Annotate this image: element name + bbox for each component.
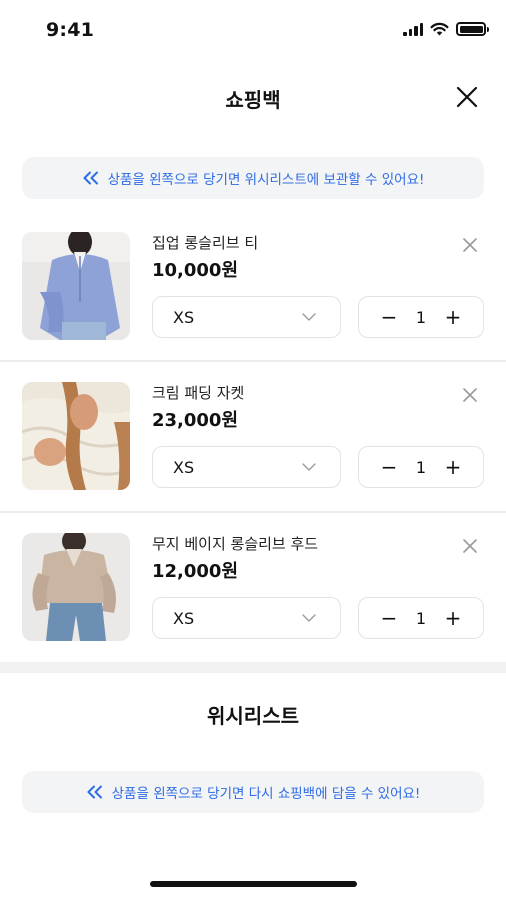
chevron-down-icon bbox=[302, 463, 316, 471]
decrease-button[interactable]: − bbox=[379, 307, 399, 327]
remove-item-icon[interactable] bbox=[461, 236, 479, 254]
double-chevron-left-icon bbox=[87, 785, 102, 799]
size-select[interactable]: XS bbox=[152, 597, 341, 639]
product-image[interactable] bbox=[22, 232, 130, 340]
product-name: 크림 패딩 자켓 bbox=[152, 384, 245, 402]
quantity-value: 1 bbox=[415, 608, 427, 628]
product-price: 10,000원 bbox=[152, 260, 239, 281]
divider bbox=[0, 360, 506, 362]
battery-icon bbox=[456, 22, 489, 36]
increase-button[interactable]: + bbox=[443, 608, 463, 628]
wishlist-hint-text: 상품을 왼쪽으로 당기면 다시 쇼핑백에 담을 수 있어요! bbox=[111, 786, 421, 802]
product-name: 무지 베이지 롱슬리브 후드 bbox=[152, 535, 319, 553]
status-bar: 9:41 bbox=[0, 0, 506, 60]
header: 쇼핑백 bbox=[0, 74, 506, 120]
product-price: 23,000원 bbox=[152, 410, 239, 431]
status-icons bbox=[403, 22, 489, 36]
size-select[interactable]: XS bbox=[152, 446, 341, 488]
size-value: XS bbox=[173, 457, 195, 477]
quantity-value: 1 bbox=[415, 457, 427, 477]
increase-button[interactable]: + bbox=[443, 307, 463, 327]
cart-item[interactable]: 집업 롱슬리브 티 10,000원 XS − 1 + bbox=[0, 218, 506, 368]
chevron-down-icon bbox=[302, 614, 316, 622]
size-select[interactable]: XS bbox=[152, 296, 341, 338]
size-value: XS bbox=[173, 608, 195, 628]
close-icon[interactable] bbox=[454, 84, 480, 110]
wifi-icon bbox=[430, 22, 449, 36]
decrease-button[interactable]: − bbox=[379, 457, 399, 477]
chevron-down-icon bbox=[302, 313, 316, 321]
wishlist-title: 위시리스트 bbox=[207, 704, 299, 728]
product-price: 12,000원 bbox=[152, 561, 239, 582]
cart-item[interactable]: 크림 패딩 자켓 23,000원 XS − 1 + bbox=[0, 368, 506, 518]
quantity-stepper: − 1 + bbox=[358, 597, 484, 639]
status-time: 9:41 bbox=[46, 19, 95, 41]
home-indicator[interactable] bbox=[150, 881, 357, 887]
divider bbox=[0, 511, 506, 513]
cart-item[interactable]: 무지 베이지 롱슬리브 후드 12,000원 XS − 1 + bbox=[0, 519, 506, 669]
increase-button[interactable]: + bbox=[443, 457, 463, 477]
page-title: 쇼핑백 bbox=[225, 88, 281, 112]
quantity-value: 1 bbox=[415, 307, 427, 327]
product-image[interactable] bbox=[22, 533, 130, 641]
cart-hint-text: 상품을 왼쪽으로 당기면 위시리스트에 보관할 수 있어요! bbox=[107, 172, 425, 188]
section-divider bbox=[0, 662, 506, 673]
cart-hint-banner: 상품을 왼쪽으로 당기면 위시리스트에 보관할 수 있어요! bbox=[22, 157, 484, 199]
remove-item-icon[interactable] bbox=[461, 537, 479, 555]
decrease-button[interactable]: − bbox=[379, 608, 399, 628]
size-value: XS bbox=[173, 307, 195, 327]
product-name: 집업 롱슬리브 티 bbox=[152, 234, 259, 252]
double-chevron-left-icon bbox=[83, 171, 98, 185]
remove-item-icon[interactable] bbox=[461, 386, 479, 404]
product-image[interactable] bbox=[22, 382, 130, 490]
wishlist-hint-banner: 상품을 왼쪽으로 당기면 다시 쇼핑백에 담을 수 있어요! bbox=[22, 771, 484, 813]
cellular-signal-icon bbox=[403, 22, 423, 36]
quantity-stepper: − 1 + bbox=[358, 296, 484, 338]
quantity-stepper: − 1 + bbox=[358, 446, 484, 488]
